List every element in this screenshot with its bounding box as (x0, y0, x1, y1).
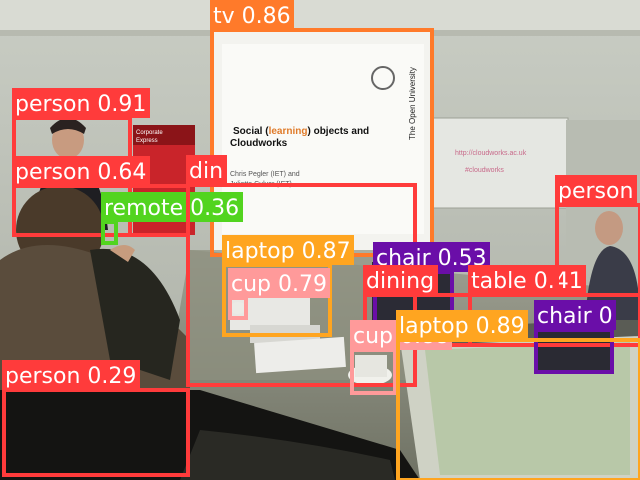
slide-title-line1: Social (learning) objects and (233, 126, 369, 137)
whiteboard-line2: #cloudworks (465, 167, 504, 174)
poster-line1: Corporate (136, 130, 163, 136)
ceiling (0, 0, 640, 30)
right-person-head (595, 211, 623, 245)
detection-image: http://cloudworks.ac.uk #cloudworks Corp… (0, 0, 640, 480)
detection-label: laptop 0.89 (399, 314, 525, 339)
detection-label: chair 0 (537, 304, 613, 329)
whiteboard (431, 117, 569, 209)
slide-side-text: The Open University (408, 67, 417, 140)
detection-label: table 0.41 (471, 269, 583, 294)
detection-label: laptop 0.87 (225, 239, 351, 264)
papers (254, 336, 346, 374)
scene-svg: http://cloudworks.ac.uk #cloudworks Corp… (0, 0, 640, 480)
detection-label: person 0.91 (15, 92, 146, 117)
detection-label: person 0.64 (15, 160, 146, 185)
detection-label: cup 0.79 (231, 272, 327, 297)
whiteboard-line1: http://cloudworks.ac.uk (455, 150, 527, 157)
detection-label: person 0.29 (5, 364, 136, 389)
detection-label: remote 0.36 (104, 196, 239, 221)
poster-line2: Express (136, 138, 158, 144)
slide-title-line2: Cloudworks (230, 138, 288, 149)
cup-far (230, 302, 246, 314)
detection-label: person (558, 179, 633, 204)
detection-label: tv 0.86 (213, 4, 291, 29)
slide-author1: Chris Pegler (IET) and (230, 171, 300, 178)
detection-label: dining (366, 269, 434, 294)
detection-label: din (189, 159, 223, 184)
cup-body (355, 355, 387, 377)
